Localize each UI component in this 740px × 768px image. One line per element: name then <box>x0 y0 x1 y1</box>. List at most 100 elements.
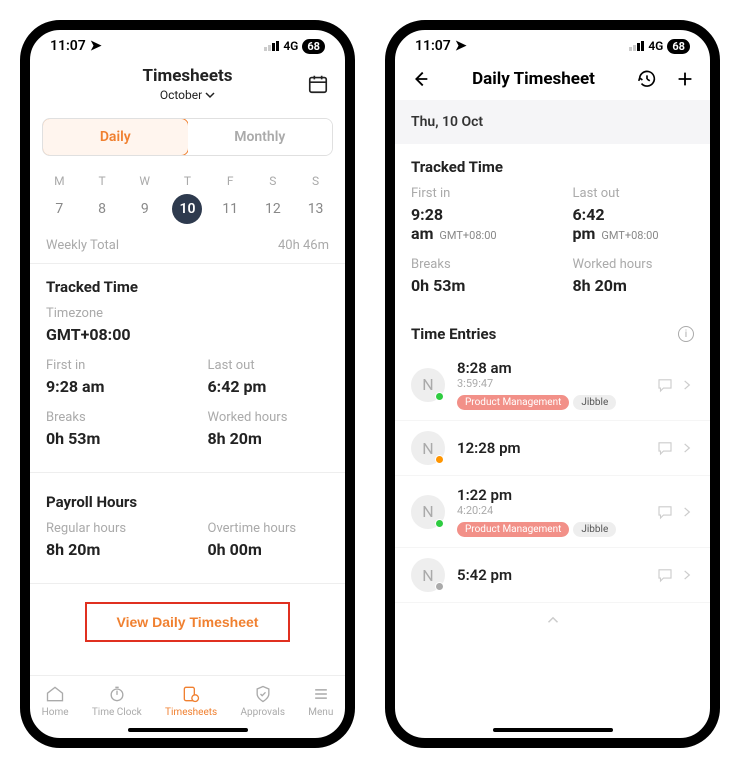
status-time: 11:07 <box>415 38 451 54</box>
network-label: 4G <box>648 39 663 53</box>
comment-icon[interactable] <box>656 376 674 394</box>
location-arrow-icon: ➤ <box>455 38 467 54</box>
day-thu[interactable]: T10 <box>170 174 204 224</box>
header: Daily Timesheet <box>395 58 710 100</box>
view-segmented-control: Daily Monthly <box>42 118 333 156</box>
weekly-total-value: 40h 46m <box>278 238 329 253</box>
history-icon[interactable] <box>636 68 658 90</box>
menu-icon <box>311 684 331 704</box>
tab-menu[interactable]: Menu <box>308 684 333 718</box>
chevron-up-icon <box>544 611 562 629</box>
tab-home[interactable]: Home <box>42 684 69 718</box>
chevron-right-icon[interactable] <box>680 505 694 519</box>
entry-time: 1:22 pm <box>457 486 644 504</box>
breaks-label: Breaks <box>411 257 533 272</box>
entry-body: 12:28 pm <box>457 439 644 457</box>
comment-icon[interactable] <box>656 566 674 584</box>
info-icon[interactable]: i <box>678 326 694 342</box>
home-indicator <box>493 728 613 732</box>
day-fri[interactable]: F11 <box>213 174 247 224</box>
phone-daily-timesheet: 11:07 ➤ 4G 68 Daily Timesheet Thu, 10 Oc… <box>385 20 720 748</box>
status-dot-icon <box>435 519 444 528</box>
entry-actions <box>656 439 694 457</box>
chevron-down-icon <box>205 90 215 100</box>
entry-time: 5:42 pm <box>457 566 644 584</box>
comment-icon[interactable] <box>656 503 674 521</box>
chevron-right-icon[interactable] <box>680 441 694 455</box>
time-entry[interactable]: N 8:28 am 3:59:47 Product ManagementJibb… <box>395 349 710 421</box>
entry-actions <box>656 503 694 521</box>
entry-tag: Jibble <box>573 522 616 537</box>
location-arrow-icon: ➤ <box>90 38 102 54</box>
signal-icon <box>629 41 644 51</box>
chevron-right-icon[interactable] <box>680 378 694 392</box>
month-label: October <box>160 88 202 102</box>
signal-icon <box>264 41 279 51</box>
day-sat[interactable]: S12 <box>256 174 290 224</box>
time-entry[interactable]: N 12:28 pm <box>395 421 710 476</box>
day-sun[interactable]: S13 <box>299 174 333 224</box>
page-title: Timesheets <box>68 66 307 86</box>
back-arrow-icon[interactable] <box>409 68 431 90</box>
entry-body: 8:28 am 3:59:47 Product ManagementJibble <box>457 359 644 410</box>
timezone-value: GMT+08:00 <box>46 325 329 344</box>
day-wed[interactable]: W9 <box>128 174 162 224</box>
first-in-tz: GMT+08:00 <box>439 229 496 242</box>
tab-monthly[interactable]: Monthly <box>188 119 333 155</box>
status-dot-icon <box>435 392 444 401</box>
day-tue[interactable]: T8 <box>85 174 119 224</box>
entry-avatar: N <box>411 558 445 592</box>
tab-approvals[interactable]: Approvals <box>241 684 285 718</box>
worked-hours-label: Worked hours <box>208 410 330 425</box>
phone-timesheets: 11:07 ➤ 4G 68 Timesheets October Daily M… <box>20 20 355 748</box>
time-entry[interactable]: N 5:42 pm <box>395 548 710 603</box>
battery-badge: 68 <box>302 39 325 54</box>
calendar-icon[interactable] <box>307 73 329 95</box>
collapse-chevron[interactable] <box>395 603 710 641</box>
comment-icon[interactable] <box>656 439 674 457</box>
tracked-time-section: Tracked Time First in 9:28 amGMT+08:00 L… <box>395 144 710 313</box>
entry-actions <box>656 376 694 394</box>
breaks-label: Breaks <box>46 410 168 425</box>
overtime-hours-value: 0h 00m <box>208 540 330 559</box>
entry-body: 1:22 pm 4:20:24 Product ManagementJibble <box>457 486 644 537</box>
entry-actions <box>656 566 694 584</box>
last-out-value: 6:42 pm <box>573 205 605 243</box>
regular-hours-label: Regular hours <box>46 521 168 536</box>
tab-approvals-label: Approvals <box>241 707 285 718</box>
entry-time: 8:28 am <box>457 359 644 377</box>
time-entry[interactable]: N 1:22 pm 4:20:24 Product ManagementJibb… <box>395 476 710 548</box>
tab-timesheets[interactable]: Timesheets <box>165 684 217 718</box>
weekly-total-row: Weekly Total 40h 46m <box>30 230 345 264</box>
view-daily-timesheet-button[interactable]: View Daily Timesheet <box>85 602 291 642</box>
status-dot-icon <box>435 455 444 464</box>
day-mon[interactable]: M7 <box>42 174 76 224</box>
worked-hours-label: Worked hours <box>573 257 695 272</box>
payroll-hours-section: Payroll Hours Regular hours 8h 20m Overt… <box>30 479 345 577</box>
entry-tag: Product Management <box>457 522 569 537</box>
bottom-tabbar: Home Time Clock Timesheets Approvals Men… <box>30 675 345 724</box>
breaks-value: 0h 53m <box>411 276 533 295</box>
tab-timeclock[interactable]: Time Clock <box>92 684 142 718</box>
chevron-right-icon[interactable] <box>680 568 694 582</box>
entry-time: 12:28 pm <box>457 439 644 457</box>
status-bar: 11:07 ➤ 4G 68 <box>30 30 345 58</box>
month-selector[interactable]: October <box>68 88 307 102</box>
home-indicator <box>128 728 248 732</box>
tab-menu-label: Menu <box>308 707 333 718</box>
entry-avatar: N <box>411 368 445 402</box>
page-title: Daily Timesheet <box>472 69 595 89</box>
first-in-value: 9:28 am <box>46 377 168 396</box>
timezone-label: Timezone <box>46 306 329 321</box>
entry-tag: Product Management <box>457 395 569 410</box>
entry-duration: 3:59:47 <box>457 377 644 390</box>
plus-icon[interactable] <box>674 68 696 90</box>
home-icon <box>45 684 65 704</box>
last-out-value: 6:42 pm <box>208 377 330 396</box>
tab-daily[interactable]: Daily <box>42 118 189 156</box>
last-out-label: Last out <box>208 358 330 373</box>
last-out-label: Last out <box>573 186 695 201</box>
payroll-hours-heading: Payroll Hours <box>46 493 329 511</box>
time-entries-heading: Time Entries <box>411 325 496 343</box>
tracked-time-heading: Tracked Time <box>46 278 329 296</box>
